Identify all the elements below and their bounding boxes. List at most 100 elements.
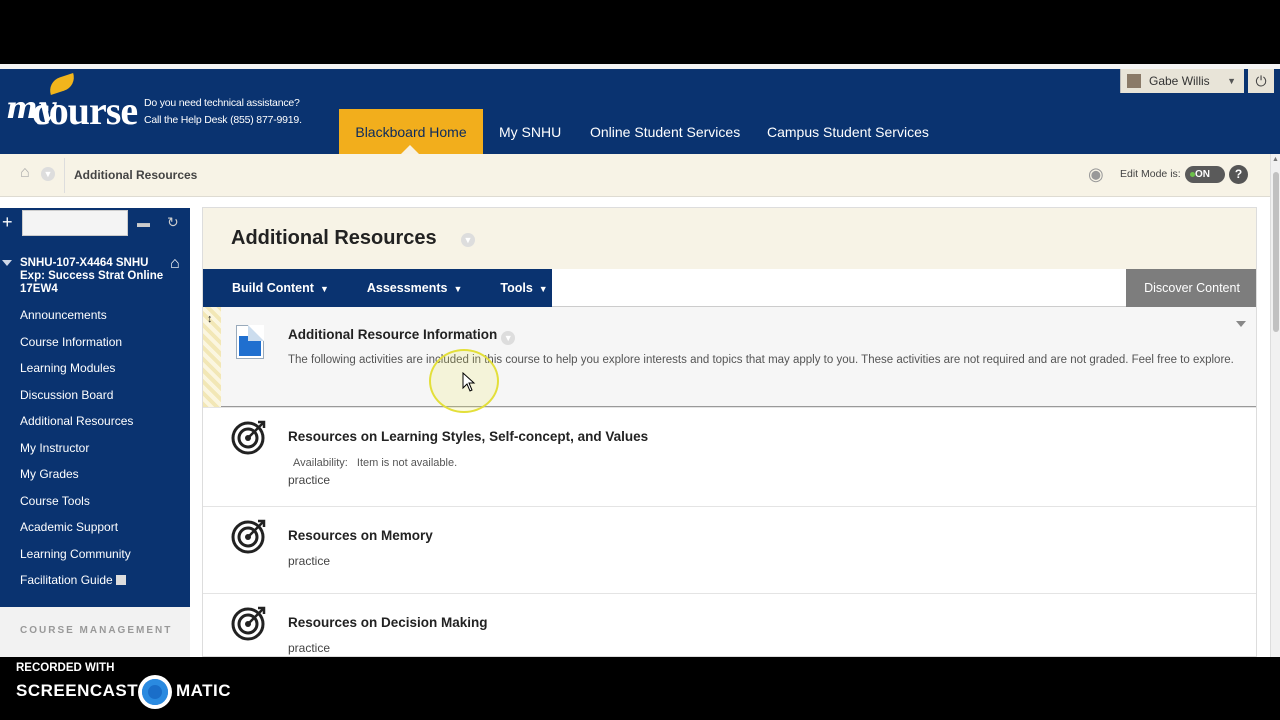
matic-label: MATIC [176, 681, 232, 700]
availability-label: Availability: [293, 457, 348, 469]
breadcrumb: ⌂ ▼ Additional Resources ◉ Edit Mode is:… [0, 154, 1280, 197]
home-icon[interactable]: ⌂ [170, 255, 180, 273]
item-note: practice [288, 641, 331, 655]
course-menu-list: Announcements Course Information Learnin… [20, 302, 133, 594]
avatar [1127, 74, 1141, 88]
help-button[interactable]: ? [1229, 165, 1248, 184]
scroll-up-icon[interactable]: ▲ [1272, 156, 1279, 163]
availability-value: Item is not available. [356, 457, 458, 469]
mycourse-logo[interactable]: my course [4, 73, 140, 133]
sidebar-item-academic-support[interactable]: Academic Support [20, 514, 133, 541]
edit-mode-label: Edit Mode is: [1120, 168, 1181, 180]
discover-content-button[interactable]: Discover Content [1126, 269, 1256, 307]
course-title[interactable]: SNHU-107-X4464 SNHU Exp: Success Strat O… [20, 257, 172, 296]
tools-menu[interactable]: Tools ▼ [462, 281, 547, 295]
refresh-icon[interactable]: ↻ [167, 214, 179, 231]
page-title-bar: Additional Resources ▼ [203, 208, 1256, 269]
sidebar-item-label: Facilitation Guide [20, 573, 113, 587]
item-note: practice [288, 473, 331, 487]
item-title[interactable]: Resources on Decision Making [288, 615, 488, 630]
item-note: practice [288, 554, 331, 568]
course-management-section: COURSE MANAGEMENT [0, 607, 190, 657]
action-bar: Build Content ▼ Assessments ▼ Tools ▼ Disco… [203, 269, 1256, 307]
user-menu[interactable]: Gabe Willis ▼ [1120, 69, 1244, 93]
drag-handle[interactable]: ↕ [203, 307, 221, 407]
document-icon [236, 325, 264, 359]
page-title: Additional Resources [231, 227, 437, 249]
chevron-down-icon[interactable] [1236, 321, 1246, 327]
help-line-1: Do you need technical assistance? [144, 97, 300, 109]
folder-view-icon[interactable]: ▬ [137, 215, 150, 230]
screencast-logo-icon [138, 675, 172, 709]
sidebar-item-my-instructor[interactable]: My Instructor [20, 435, 133, 462]
sidebar-item-course-tools[interactable]: Course Tools [20, 488, 133, 515]
power-icon[interactable]: ⏻ [1248, 69, 1274, 93]
help-line-2: Call the Help Desk (855) 877-9919. [144, 114, 302, 126]
tab-online-student-services[interactable]: Online Student Services [574, 109, 756, 154]
video-letterbox-top [0, 0, 1280, 64]
recorded-with-label: RECORDED WITH [16, 662, 115, 674]
menu-label: Tools [500, 281, 533, 295]
content-item: Resources on Learning Styles, Self-conce… [203, 407, 1256, 506]
action-menu: Build Content ▼ Assessments ▼ Tools ▼ [203, 269, 552, 307]
chevron-down-icon: ▼ [538, 284, 548, 294]
breadcrumb-current: Additional Resources [74, 168, 198, 182]
chevron-down-icon: ▼ [453, 284, 463, 294]
edit-mode-toggle[interactable]: ON [1185, 166, 1225, 183]
tab-campus-student-services[interactable]: Campus Student Services [751, 109, 945, 154]
chevron-down-icon[interactable]: ▼ [461, 233, 475, 247]
status-dot-icon [1190, 172, 1195, 177]
logo-course: course [32, 88, 138, 133]
item-title: Additional Resource Information [288, 327, 498, 342]
recorder-watermark: RECORDED WITH SCREENCAST MATIC [0, 657, 1280, 720]
chevron-down-icon[interactable]: ▼ [41, 167, 55, 181]
site-header: my course Do you need technical assistan… [0, 69, 1280, 154]
sidebar-item-my-grades[interactable]: My Grades [20, 461, 133, 488]
screencast-label: SCREENCAST [16, 681, 139, 700]
tab-blackboard-home[interactable]: Blackboard Home [339, 109, 483, 154]
course-management-label: COURSE MANAGEMENT [20, 625, 173, 636]
sidebar-item-course-information[interactable]: Course Information [20, 329, 133, 356]
course-menu-search[interactable] [22, 210, 128, 236]
content-area: Additional Resources ▼ Build Content ▼ As… [202, 207, 1257, 657]
course-menu: + ▬ ↻ SNHU-107-X4464 SNHU Exp: Success S… [0, 208, 190, 657]
reorder-arrows-icon[interactable]: ↕ [207, 313, 213, 325]
availability: Availability: Item is not available. [293, 457, 457, 469]
target-icon [231, 420, 266, 455]
item-description: The following activities are included in… [288, 354, 1234, 366]
item-title[interactable]: Resources on Memory [288, 528, 433, 543]
chevron-down-icon: ▼ [319, 284, 329, 294]
mouse-cursor-icon [462, 372, 476, 392]
sidebar-item-discussion-board[interactable]: Discussion Board [20, 382, 133, 409]
target-icon [231, 519, 266, 554]
chevron-down-icon: ▼ [1227, 76, 1236, 86]
help-desk-info: Do you need technical assistance? Call t… [144, 95, 302, 129]
collapse-triangle-icon[interactable] [2, 260, 12, 266]
user-name: Gabe Willis [1149, 74, 1210, 88]
build-content-menu[interactable]: Build Content ▼ [203, 281, 329, 295]
assessments-menu[interactable]: Assessments ▼ [329, 281, 463, 295]
external-link-icon [115, 575, 126, 585]
edit-mode-value: ON [1195, 169, 1210, 180]
content-item: ↕ Additional Resource Information ▼ The f… [203, 307, 1256, 407]
content-item: Resources on Memory practice [203, 506, 1256, 593]
scroll-thumb[interactable] [1273, 172, 1279, 332]
eye-icon[interactable]: ◉ [1088, 164, 1104, 185]
page-scrollbar[interactable]: ▲ [1270, 154, 1280, 657]
home-icon[interactable]: ⌂ [20, 164, 30, 182]
target-icon [231, 606, 266, 641]
sidebar-item-additional-resources[interactable]: Additional Resources [20, 408, 133, 435]
tab-my-snhu[interactable]: My SNHU [483, 109, 577, 154]
action-bar-spacer [552, 269, 1126, 307]
menu-label: Build Content [232, 281, 314, 295]
sidebar-item-learning-community[interactable]: Learning Community [20, 541, 133, 568]
item-title[interactable]: Resources on Learning Styles, Self-conce… [288, 429, 648, 444]
item-title-link[interactable]: Additional Resource Information ▼ [288, 327, 516, 345]
add-menu-item-icon[interactable]: + [2, 212, 13, 233]
sidebar-item-announcements[interactable]: Announcements [20, 302, 133, 329]
chevron-down-icon[interactable]: ▼ [501, 331, 516, 345]
sidebar-item-facilitation-guide[interactable]: Facilitation Guide [20, 567, 133, 594]
course-menu-toolbar: + ▬ ↻ [0, 208, 190, 239]
content-item: Resources on Decision Making practice [203, 593, 1256, 656]
sidebar-item-learning-modules[interactable]: Learning Modules [20, 355, 133, 382]
